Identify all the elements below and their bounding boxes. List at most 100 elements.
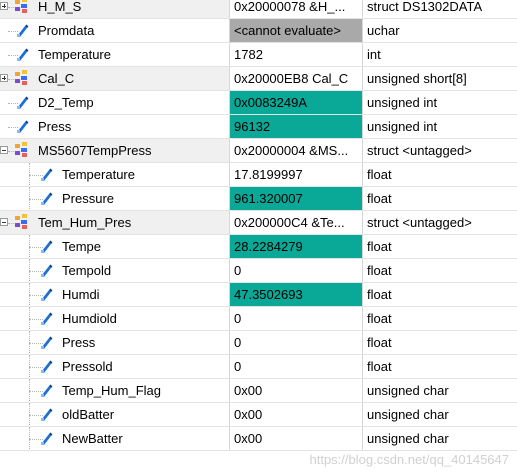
- variable-name: Temp_Hum_Flag: [62, 383, 161, 398]
- name-cell[interactable]: Pressure: [0, 187, 229, 210]
- expand-icon[interactable]: [0, 74, 8, 82]
- collapse-icon[interactable]: [0, 146, 8, 154]
- name-cell[interactable]: Pressold: [0, 355, 229, 378]
- variable-icon: [14, 46, 30, 62]
- value-cell[interactable]: 0x0083249A: [230, 91, 362, 114]
- watch-row[interactable]: Temperature 17.8199997 float: [0, 163, 517, 187]
- name-cell[interactable]: Temp_Hum_Flag: [0, 379, 229, 402]
- watch-row-struct[interactable]: MS5607TempPress 0x20000004 &MS... struct <…: [0, 139, 517, 163]
- variable-icon: [38, 310, 54, 326]
- type-cell: struct <untagged>: [367, 215, 472, 230]
- watch-row[interactable]: Humdiold 0 float: [0, 307, 517, 331]
- value-cell[interactable]: 17.8199997: [230, 163, 362, 186]
- variable-name: H_M_S: [38, 0, 82, 14]
- watch-row[interactable]: D2_Temp 0x0083249A unsigned int: [0, 91, 517, 115]
- type-cell: unsigned int: [367, 119, 438, 134]
- watch-row[interactable]: Tempold 0 float: [0, 259, 517, 283]
- name-cell[interactable]: H_M_S: [0, 0, 229, 18]
- watch-row[interactable]: Pressure 961.320007 float: [0, 187, 517, 211]
- value-cell[interactable]: 0: [230, 355, 362, 378]
- name-cell[interactable]: Temperature: [0, 163, 229, 186]
- value-cell[interactable]: 0x00: [230, 427, 362, 450]
- name-cell[interactable]: MS5607TempPress: [0, 139, 229, 162]
- value-cell[interactable]: 0x20000EB8 Cal_C: [230, 67, 362, 90]
- watch-row[interactable]: Promdata <cannot evaluate> uchar: [0, 19, 517, 43]
- name-cell[interactable]: D2_Temp: [0, 91, 229, 114]
- variable-icon: [38, 430, 54, 446]
- variable-name: Tempe: [62, 239, 102, 254]
- expand-icon[interactable]: [0, 2, 8, 10]
- watch-row[interactable]: Temperature 1782 int: [0, 43, 517, 67]
- type-cell: struct DS1302DATA: [367, 0, 483, 14]
- name-cell[interactable]: Humdi: [0, 283, 229, 306]
- name-cell[interactable]: Tempold: [0, 259, 229, 282]
- variable-name: Promdata: [38, 23, 95, 38]
- name-cell[interactable]: Cal_C: [0, 67, 229, 90]
- value-cell[interactable]: 28.2284279: [230, 235, 362, 258]
- variable-name: Temperature: [62, 167, 135, 182]
- type-cell: float: [367, 311, 392, 326]
- value-cell[interactable]: 0x00: [230, 379, 362, 402]
- name-cell[interactable]: NewBatter: [0, 427, 229, 450]
- value-cell[interactable]: 96132: [230, 115, 362, 138]
- watch-row[interactable]: Temp_Hum_Flag 0x00 unsigned char: [0, 379, 517, 403]
- variable-name: Humdi: [62, 287, 100, 302]
- watch-row[interactable]: Press 96132 unsigned int: [0, 115, 517, 139]
- struct-icon: [14, 0, 30, 14]
- struct-icon: [14, 214, 30, 230]
- variable-icon: [14, 118, 30, 134]
- variable-name: Cal_C: [38, 71, 75, 86]
- value-cell[interactable]: 0: [230, 307, 362, 330]
- type-cell: unsigned int: [367, 95, 438, 110]
- variable-name: Humdiold: [62, 311, 117, 326]
- value-cell[interactable]: 0x20000004 &MS...: [230, 139, 362, 162]
- name-cell[interactable]: Tempe: [0, 235, 229, 258]
- value-cell[interactable]: 47.3502693: [230, 283, 362, 306]
- type-cell: float: [367, 239, 392, 254]
- value-cell[interactable]: <cannot evaluate>: [230, 19, 362, 42]
- type-cell: float: [367, 263, 392, 278]
- variable-icon: [14, 94, 30, 110]
- watch-window: H_M_S 0x20000078 &H_... struct DS1302DATA P…: [0, 0, 517, 451]
- type-cell: float: [367, 359, 392, 374]
- collapse-icon[interactable]: [0, 218, 8, 226]
- name-cell[interactable]: Humdiold: [0, 307, 229, 330]
- value-cell[interactable]: 0x20000078 &H_...: [230, 0, 362, 18]
- name-cell[interactable]: Press: [0, 115, 229, 138]
- watch-row[interactable]: Press 0 float: [0, 331, 517, 355]
- name-cell[interactable]: Temperature: [0, 43, 229, 66]
- value-cell[interactable]: 961.320007: [230, 187, 362, 210]
- variable-icon: [38, 382, 54, 398]
- type-cell: float: [367, 167, 392, 182]
- name-cell[interactable]: oldBatter: [0, 403, 229, 426]
- type-cell: unsigned char: [367, 431, 449, 446]
- watch-row-struct[interactable]: H_M_S 0x20000078 &H_... struct DS1302DATA: [0, 0, 517, 19]
- variable-icon: [38, 166, 54, 182]
- name-cell[interactable]: Tem_Hum_Pres: [0, 211, 229, 234]
- value-cell[interactable]: 0: [230, 259, 362, 282]
- value-cell[interactable]: 0: [230, 331, 362, 354]
- variable-name: Tempold: [62, 263, 112, 278]
- type-cell: unsigned char: [367, 407, 449, 422]
- struct-icon: [14, 70, 30, 86]
- watch-row[interactable]: Humdi 47.3502693 float: [0, 283, 517, 307]
- watch-row[interactable]: Tempe 28.2284279 float: [0, 235, 517, 259]
- value-cell[interactable]: 1782: [230, 43, 362, 66]
- variable-name: Pressold: [62, 359, 113, 374]
- watch-row[interactable]: Pressold 0 float: [0, 355, 517, 379]
- value-cell[interactable]: 0x00: [230, 403, 362, 426]
- name-cell[interactable]: Promdata: [0, 19, 229, 42]
- watch-row-struct[interactable]: Cal_C 0x20000EB8 Cal_C unsigned short[8]: [0, 67, 517, 91]
- watch-rows: H_M_S 0x20000078 &H_... struct DS1302DATA P…: [0, 0, 517, 451]
- name-cell[interactable]: Press: [0, 331, 229, 354]
- variable-name: D2_Temp: [38, 95, 94, 110]
- watch-row[interactable]: oldBatter 0x00 unsigned char: [0, 403, 517, 427]
- variable-icon: [14, 22, 30, 38]
- variable-icon: [38, 190, 54, 206]
- variable-name: MS5607TempPress: [38, 143, 152, 158]
- variable-icon: [38, 406, 54, 422]
- watch-row[interactable]: NewBatter 0x00 unsigned char: [0, 427, 517, 451]
- value-cell[interactable]: 0x200000C4 &Te...: [230, 211, 362, 234]
- variable-icon: [38, 286, 54, 302]
- watch-row-struct[interactable]: Tem_Hum_Pres 0x200000C4 &Te... struct <unt…: [0, 211, 517, 235]
